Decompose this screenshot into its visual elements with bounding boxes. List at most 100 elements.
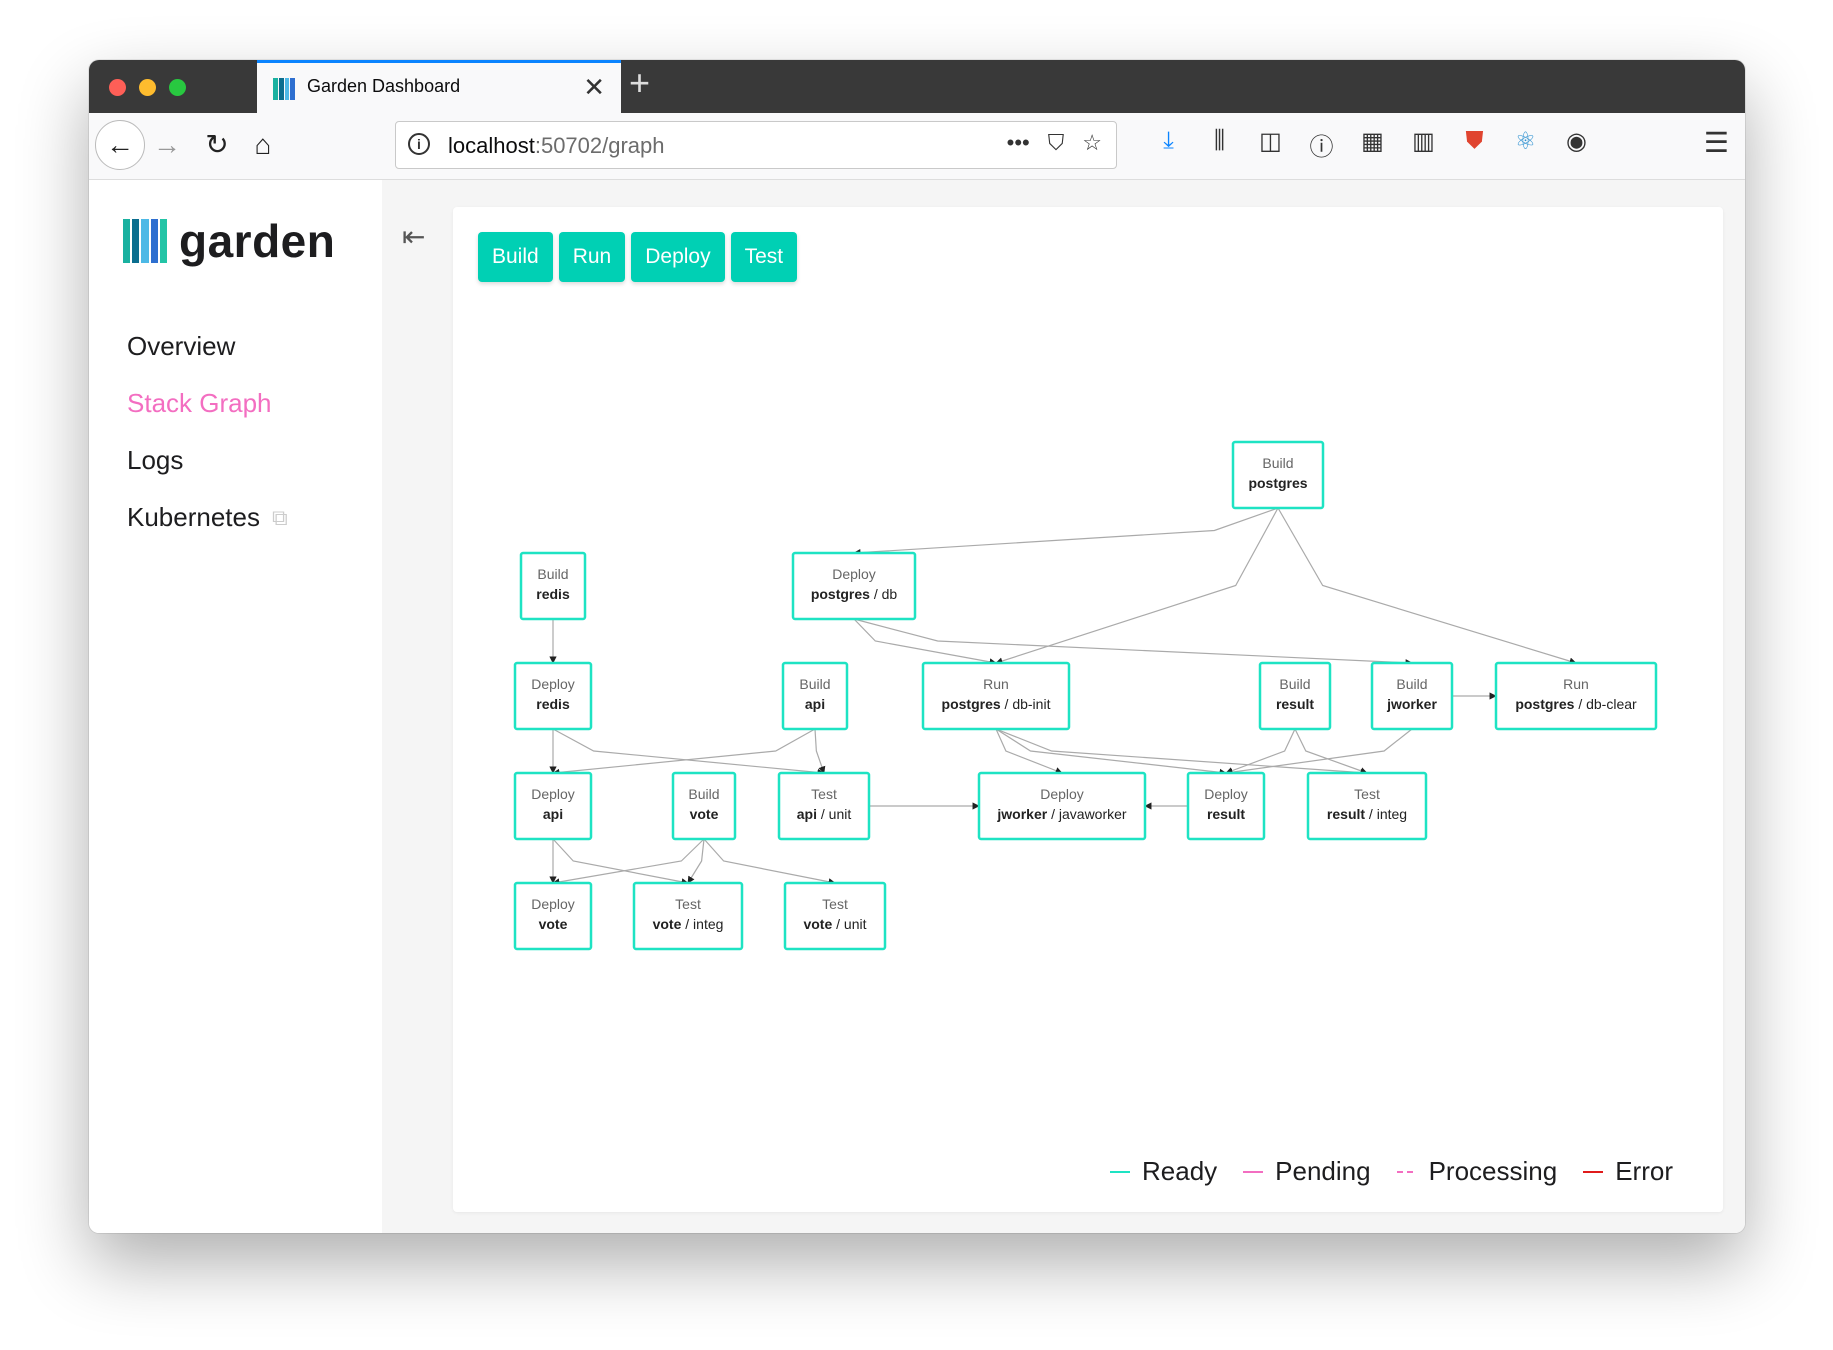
- graph-panel: Build postgres Build redis Deploy postgres / …: [453, 207, 1723, 1212]
- graph-node-b-vote[interactable]: Build vote: [671, 771, 737, 841]
- reload-icon[interactable]: ↻: [197, 126, 237, 164]
- graph-node-b-api[interactable]: Build api: [781, 661, 849, 731]
- graph-edge: [995, 728, 1227, 776]
- close-window-button[interactable]: [109, 79, 126, 96]
- graph-edge: [552, 728, 816, 776]
- home-icon[interactable]: ⌂: [243, 126, 283, 164]
- legend-item-pending: Pending: [1243, 1156, 1371, 1187]
- legend-item-ready: Ready: [1110, 1156, 1217, 1187]
- garden-logo[interactable]: garden: [123, 214, 335, 268]
- graph-node-t-voteinteg[interactable]: Test vote / integ: [632, 881, 744, 951]
- graph-node-name: result: [1276, 696, 1314, 712]
- filter-deploy-button[interactable]: Deploy: [631, 232, 725, 282]
- react-icon[interactable]: ⚛: [1511, 127, 1540, 162]
- download-icon[interactable]: ⤓: [1154, 127, 1183, 162]
- graph-node-d-result[interactable]: Deploy result: [1186, 771, 1266, 841]
- graph-node-name: redis: [536, 696, 570, 712]
- sidebar: garden Overview Stack Graph Logs Kuberne…: [89, 180, 382, 1233]
- title-bar: Garden Dashboard ✕ +: [89, 60, 1745, 113]
- more-icon[interactable]: •••: [1007, 130, 1030, 156]
- graph-node-type: Test: [675, 896, 701, 912]
- url-host: localhost: [448, 133, 535, 158]
- graph-legend: Ready Pending Processing Error: [1110, 1156, 1673, 1187]
- stack-graph[interactable]: Build postgres Build redis Deploy postgres / …: [453, 207, 1723, 1212]
- collapse-sidebar-icon[interactable]: ⇤: [402, 220, 425, 253]
- password-icon[interactable]: ⓘ: [1307, 127, 1336, 162]
- graph-edge: [687, 838, 705, 884]
- legend-label: Pending: [1275, 1156, 1371, 1186]
- graph-node-name: postgres / db-clear: [1515, 696, 1637, 712]
- graph-node-t-resultinteg[interactable]: Test result / integ: [1306, 771, 1428, 841]
- legend-label: Processing: [1428, 1156, 1558, 1186]
- browser-tab[interactable]: Garden Dashboard ✕: [257, 60, 621, 113]
- sidebar-item-overview[interactable]: Overview: [127, 318, 288, 375]
- graph-node-b-postgres[interactable]: Build postgres: [1231, 440, 1325, 510]
- forward-icon[interactable]: →: [147, 126, 187, 164]
- graph-edge: [1225, 728, 1296, 775]
- legend-item-error: Error: [1583, 1156, 1673, 1187]
- graph-node-r-dbinit[interactable]: Run postgres / db-init: [921, 661, 1071, 731]
- grid-icon[interactable]: ▥: [1409, 127, 1438, 162]
- graph-edge: [853, 618, 1413, 667]
- url-path: :50702/graph: [534, 133, 665, 158]
- graph-node-type: Deploy: [531, 676, 575, 692]
- info-icon[interactable]: i: [408, 133, 430, 155]
- legend-swatch: [1110, 1170, 1131, 1173]
- extensions-icon[interactable]: ▦: [1358, 127, 1387, 162]
- graph-node-d-jworker[interactable]: Deploy jworker / javaworker: [977, 771, 1147, 841]
- graph-node-type: Build: [1262, 455, 1293, 471]
- logo-text: garden: [179, 215, 336, 267]
- graph-node-t-voteunit[interactable]: Test vote / unit: [783, 881, 887, 951]
- graph-node-t-apiunit[interactable]: Test api / unit: [777, 771, 871, 841]
- url-text[interactable]: localhost:50702/graph: [448, 133, 665, 159]
- graph-node-type: Run: [983, 676, 1009, 692]
- filter-buttons: Build Run Deploy Test: [478, 232, 798, 282]
- graph-node-d-redis[interactable]: Deploy redis: [513, 661, 593, 731]
- minimize-window-button[interactable]: [139, 79, 156, 96]
- graph-node-type: Deploy: [531, 786, 575, 802]
- sidebar-item-stack-graph[interactable]: Stack Graph: [127, 375, 288, 432]
- graph-node-type: Test: [811, 786, 837, 802]
- graph-node-b-redis[interactable]: Build redis: [519, 551, 587, 621]
- account-icon[interactable]: ◉: [1562, 127, 1591, 162]
- new-tab-icon[interactable]: +: [629, 62, 650, 104]
- tab-close-icon[interactable]: ✕: [583, 72, 605, 103]
- sidebar-item-logs[interactable]: Logs: [127, 432, 288, 489]
- graph-node-name: vote: [690, 806, 719, 822]
- menu-icon[interactable]: ☰: [1704, 126, 1729, 159]
- maximize-window-button[interactable]: [169, 79, 186, 96]
- graph-node-b-result[interactable]: Build result: [1258, 661, 1332, 731]
- pocket-icon[interactable]: ⛉: [1048, 130, 1065, 156]
- graph-node-name: vote / integ: [653, 916, 724, 932]
- graph-node-d-vote[interactable]: Deploy vote: [513, 881, 593, 951]
- sidebar-item-label: Kubernetes: [127, 502, 260, 532]
- sidebar-item-label: Stack Graph: [127, 388, 272, 418]
- url-bar[interactable]: i localhost:50702/graph ••• ⛉ ☆: [395, 121, 1117, 169]
- side-nav: Overview Stack Graph Logs Kubernetes ⧉: [127, 318, 288, 546]
- garden-logo-icon: [123, 219, 168, 263]
- graph-node-d-postgres[interactable]: Deploy postgres / db: [791, 551, 917, 621]
- star-icon[interactable]: ☆: [1082, 130, 1102, 156]
- graph-node-type: Run: [1563, 676, 1589, 692]
- shield-icon[interactable]: ⛊: [1460, 127, 1489, 162]
- filter-build-button[interactable]: Build: [478, 232, 553, 282]
- back-icon[interactable]: ←: [95, 120, 145, 170]
- graph-node-type: Deploy: [1204, 786, 1248, 802]
- graph-node-type: Test: [822, 896, 848, 912]
- graph-edge: [995, 507, 1279, 665]
- filter-run-button[interactable]: Run: [558, 232, 626, 282]
- main-content: ⇤ Build postgres Build redis Deploy postgres …: [382, 180, 1745, 1233]
- sidebar-icon[interactable]: ◫: [1256, 127, 1285, 162]
- browser-window: Garden Dashboard ✕ + ← → ↻ ⌂ i localhost…: [89, 60, 1745, 1233]
- graph-node-name: api: [543, 806, 563, 822]
- graph-node-b-jworker[interactable]: Build jworker: [1370, 661, 1454, 731]
- graph-edge: [853, 507, 1279, 557]
- graph-edge: [814, 728, 826, 774]
- legend-swatch: [1396, 1170, 1417, 1173]
- graph-node-r-dbclear[interactable]: Run postgres / db-clear: [1494, 661, 1658, 731]
- sidebar-item-kubernetes[interactable]: Kubernetes ⧉: [127, 489, 288, 546]
- library-icon[interactable]: ⫼: [1205, 127, 1234, 162]
- graph-edge: [1294, 728, 1368, 775]
- filter-test-button[interactable]: Test: [730, 232, 798, 282]
- graph-node-d-api[interactable]: Deploy api: [513, 771, 593, 841]
